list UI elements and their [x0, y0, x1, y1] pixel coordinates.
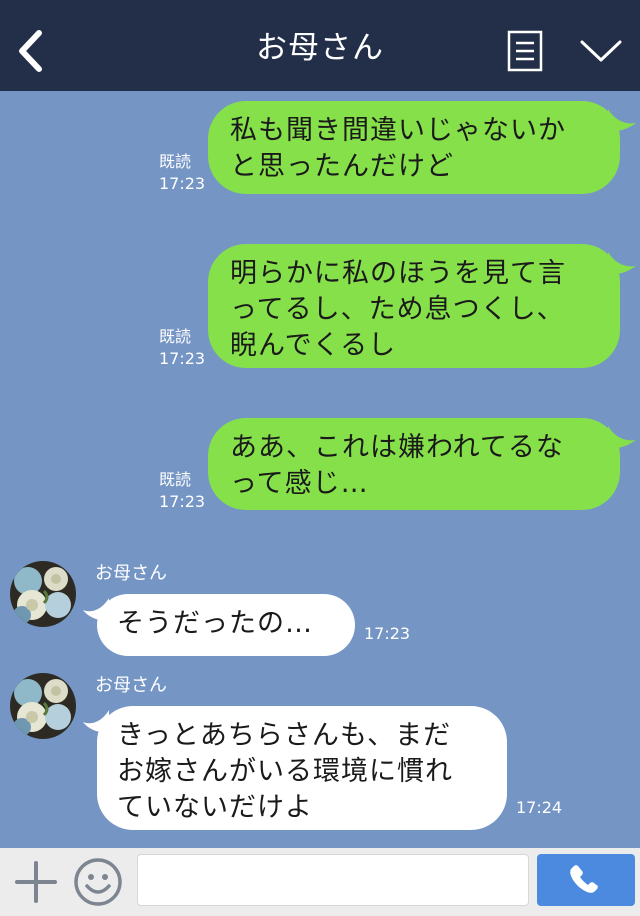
- smiley-icon: [74, 858, 122, 906]
- message-composer: [0, 848, 640, 916]
- read-label: 既読: [159, 152, 192, 171]
- message-line: ってるし、ため息つくし、: [230, 294, 565, 325]
- bubble-tail: [83, 598, 109, 621]
- message-line: って感じ…: [230, 468, 369, 499]
- message-time: 17:24: [516, 798, 563, 817]
- message-line: お嫁さんがいる環境に慣れ: [117, 756, 453, 787]
- message-line: と思ったんだけど: [230, 151, 454, 182]
- menu-list-icon: [507, 30, 543, 72]
- sender-name: お母さん: [95, 675, 167, 696]
- message-input[interactable]: [137, 854, 529, 906]
- bubble-tail: [83, 710, 109, 733]
- received-message-bubble[interactable]: きっとあちらさんも、まだ お嫁さんがいる環境に慣れ ていないだけよ: [83, 706, 507, 830]
- bubble-tail: [608, 252, 636, 275]
- phone-icon: [570, 865, 599, 893]
- sent-message-bubble[interactable]: 私も聞き間違いじゃないか と思ったんだけど: [208, 101, 636, 194]
- message-line: 明らかに私のほうを見て言: [230, 258, 566, 289]
- avatar[interactable]: [10, 561, 76, 627]
- read-receipt: 既読 17:23: [159, 469, 205, 513]
- plus-icon: [15, 861, 57, 903]
- read-label: 既読: [159, 470, 192, 489]
- message-time: 17:23: [364, 624, 411, 643]
- message-time: 17:23: [159, 174, 206, 193]
- read-receipt: 既読 17:23: [159, 326, 205, 370]
- menu-button[interactable]: [502, 28, 548, 74]
- add-button[interactable]: [14, 860, 58, 904]
- chat-area[interactable]: 既読 17:23 私も聞き間違いじゃないか と思ったんだけど 既読 17:23 …: [0, 91, 640, 848]
- call-button[interactable]: [537, 854, 635, 906]
- collapse-button[interactable]: [574, 28, 628, 74]
- message-line: ああ、これは嫌われてるな: [230, 432, 564, 463]
- received-message-bubble[interactable]: そうだったの…: [83, 594, 355, 656]
- message-line: きっとあちらさんも、まだ: [117, 720, 452, 751]
- bubble-tail: [608, 426, 636, 449]
- read-label: 既読: [159, 327, 192, 346]
- sent-message-bubble[interactable]: 明らかに私のほうを見て言 ってるし、ため息つくし、 睨んでくるし: [208, 244, 636, 368]
- message-line: 私も聞き間違いじゃないか: [230, 115, 566, 146]
- message-time: 17:23: [159, 492, 206, 511]
- bubble-tail: [608, 109, 636, 132]
- flower-avatar-icon: [10, 673, 76, 739]
- message-line: 睨んでくるし: [230, 330, 397, 361]
- message-line: そうだったの…: [117, 608, 313, 639]
- message-time: 17:23: [159, 349, 206, 368]
- chat-header: お母さん: [0, 0, 640, 91]
- emoji-button[interactable]: [73, 857, 123, 907]
- sender-name: お母さん: [95, 563, 167, 584]
- read-receipt: 既読 17:23: [159, 151, 205, 195]
- chevron-down-icon: [580, 40, 622, 62]
- avatar[interactable]: [10, 673, 76, 739]
- flower-avatar-icon: [10, 561, 76, 627]
- sent-message-bubble[interactable]: ああ、これは嫌われてるな って感じ…: [208, 418, 636, 510]
- message-line: ていないだけよ: [117, 792, 313, 823]
